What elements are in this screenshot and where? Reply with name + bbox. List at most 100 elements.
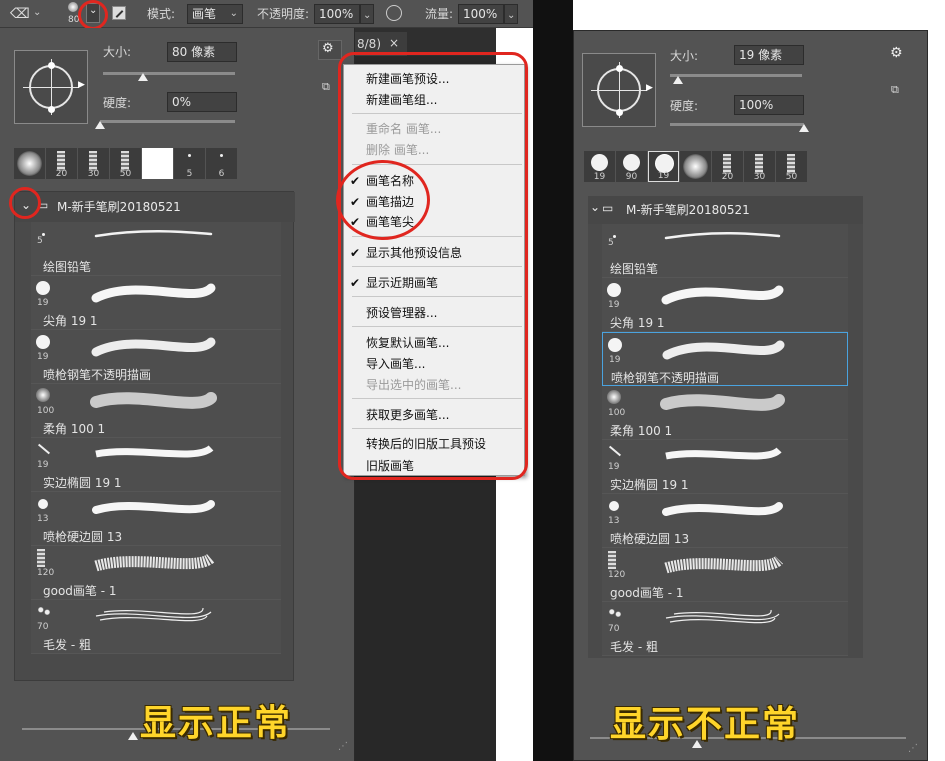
brush-size-label: 19 — [608, 462, 620, 472]
recent-brush-thumb[interactable]: 30 — [78, 148, 109, 179]
brush-tip-icon — [607, 283, 621, 297]
recent-brush-thumb[interactable]: 6 — [206, 148, 237, 179]
hardness-slider-thumb[interactable] — [799, 124, 809, 132]
brush-name: good画笔 - 1 — [610, 586, 684, 600]
recent-brush-thumb[interactable]: 30 — [744, 151, 775, 182]
opacity-input[interactable]: 100% — [314, 4, 360, 24]
recent-brush-thumb[interactable]: 19 — [648, 151, 679, 182]
new-preset-icon[interactable]: ⧉ — [891, 83, 899, 97]
brush-row[interactable]: 70 毛发 - 粗 — [31, 600, 281, 654]
brush-size-label: 100 — [37, 406, 55, 416]
recent-brush-thumb[interactable] — [680, 151, 711, 182]
size-label: 大小: — [670, 49, 699, 63]
brush-name: 绘图铅笔 — [610, 262, 659, 276]
chevron-down-icon[interactable]: ⌄ — [590, 200, 600, 214]
brush-name: 柔角 100 1 — [43, 422, 106, 436]
recent-brush-size: 19 — [593, 172, 606, 182]
options-bar: ⌫ ⌄ 80 ⌄ 模式: 画笔 ⌄ 不透明度: 100% ⌄ 流量: 100% — [0, 0, 533, 30]
recent-brush-thumb[interactable]: 20 — [712, 151, 743, 182]
hardness-input[interactable]: 100% — [734, 95, 804, 115]
hardness-input[interactable]: 0% — [167, 92, 237, 112]
brush-row[interactable]: 13 喷枪硬边圆 13 — [602, 494, 848, 548]
gear-menu-button[interactable]: ⚙ — [318, 40, 342, 60]
recent-brush-thumb[interactable] — [14, 148, 45, 179]
brush-size-label: 13 — [37, 514, 49, 524]
size-slider[interactable] — [670, 74, 802, 77]
gear-icon[interactable]: ⚙ — [890, 45, 903, 61]
brush-stroke-preview — [656, 494, 799, 528]
resize-grip-icon[interactable]: ⋰ — [908, 743, 918, 754]
hardness-slider[interactable] — [100, 120, 235, 123]
brush-row[interactable]: 19 实边椭圆 19 1 — [602, 440, 848, 494]
brush-picker-panel: ▶ 大小: 80 像素 硬度: 0% ⚙ ⧉ 20 30 50 5 6 ⌄ ▭ M-新手… — [0, 28, 355, 761]
brush-tip-icon — [37, 549, 45, 567]
brush-name: 毛发 - 粗 — [43, 638, 91, 652]
brush-tip-icon — [57, 151, 65, 171]
flow-dropdown[interactable]: ⌄ — [504, 4, 518, 24]
brush-row[interactable]: 100 柔角 100 1 — [31, 384, 281, 438]
brush-tip-icon — [220, 154, 223, 157]
size-label: 大小: — [103, 45, 132, 59]
recent-brush-thumb[interactable]: 50 — [110, 148, 141, 179]
opacity-dropdown[interactable]: ⌄ — [360, 4, 374, 24]
brush-settings-icon[interactable] — [112, 6, 126, 20]
flow-input[interactable]: 100% — [458, 4, 504, 24]
brush-group-name: M-新手笔刷20180521 — [626, 203, 750, 217]
recent-brush-thumb[interactable]: 20 — [46, 148, 77, 179]
divider — [533, 0, 573, 761]
close-icon[interactable]: × — [389, 36, 399, 50]
brush-row[interactable]: 19 喷枪钢笔不透明描画 — [602, 332, 848, 386]
brush-name: 柔角 100 1 — [610, 424, 673, 438]
brush-stroke-preview — [86, 222, 231, 256]
new-preset-icon[interactable]: ⧉ — [322, 80, 330, 94]
recent-brush-thumb[interactable]: 50 — [776, 151, 807, 182]
recent-brush-size: 30 — [87, 169, 100, 179]
recent-brush-thumb[interactable]: 19 — [584, 151, 615, 182]
brush-tip-icon — [36, 335, 50, 349]
resize-grip-icon[interactable]: ⋰ — [338, 741, 348, 752]
recent-brush-size: 50 — [119, 169, 132, 179]
brush-row[interactable]: 19 尖角 19 1 — [31, 276, 281, 330]
size-input[interactable]: 19 像素 — [734, 45, 804, 65]
gear-icon: ⚙ — [322, 41, 334, 56]
brush-name: 喷枪硬边圆 13 — [43, 530, 123, 544]
recent-brush-thumb[interactable]: 90 — [616, 151, 647, 182]
size-slider-thumb[interactable] — [672, 76, 683, 84]
chevron-down-icon: ⌄ — [363, 10, 372, 21]
brush-angle-widget[interactable]: ▶ — [14, 50, 88, 124]
brush-row[interactable]: 100 柔角 100 1 — [602, 386, 848, 440]
size-slider[interactable] — [103, 72, 235, 75]
pressure-opacity-icon[interactable] — [386, 5, 402, 21]
size-input[interactable]: 80 像素 — [167, 42, 237, 62]
brush-row[interactable]: 19 实边椭圆 19 1 — [31, 438, 281, 492]
brush-angle-widget[interactable]: ▶ — [582, 53, 656, 127]
brush-row[interactable]: 13 喷枪硬边圆 13 — [31, 492, 281, 546]
brush-name: 毛发 - 粗 — [610, 640, 658, 654]
brush-name: 喷枪钢笔不透明描画 — [43, 368, 152, 382]
recent-brush-thumb[interactable] — [142, 148, 173, 179]
hardness-slider-thumb[interactable] — [95, 121, 105, 129]
preview-size-slider-thumb[interactable] — [128, 732, 138, 740]
chevron-down-icon: ⌄ — [229, 8, 238, 19]
brush-group-header[interactable]: ⌄ ▭ M-新手笔刷20180521 — [15, 192, 295, 222]
hardness-slider[interactable] — [670, 123, 804, 126]
eraser-icon[interactable]: ⌫ — [10, 6, 30, 22]
brush-tip-icon — [188, 154, 191, 157]
brush-stroke-preview — [86, 438, 231, 472]
mode-select[interactable]: 画笔 ⌄ — [187, 4, 243, 24]
brush-row[interactable]: 5 绘图铅笔 — [602, 224, 848, 278]
brush-row[interactable]: 19 喷枪钢笔不透明描画 — [31, 330, 281, 384]
brush-group-header[interactable]: ⌄ ▭ M-新手笔刷20180521 — [588, 196, 863, 224]
brush-row[interactable]: 19 尖角 19 1 — [602, 278, 848, 332]
brush-row[interactable]: 70 毛发 - 粗 — [602, 602, 848, 656]
brush-row[interactable]: 5 绘图铅笔 — [31, 222, 281, 276]
size-slider-thumb[interactable] — [137, 73, 148, 81]
right-screenshot: ▶ 大小: 19 像素 硬度: 100% ⚙ ⧉ 19 90 19 20 30 50 ⌄ … — [573, 30, 928, 761]
recent-brush-size: 30 — [753, 172, 766, 182]
opacity-label: 不透明度: — [257, 7, 310, 21]
brush-tip-icon — [142, 148, 173, 179]
recent-brush-thumb[interactable]: 5 — [174, 148, 205, 179]
chevron-down-icon[interactable]: ⌄ — [33, 7, 41, 18]
brush-row[interactable]: 120 good画笔 - 1 — [31, 546, 281, 600]
brush-row[interactable]: 120 good画笔 - 1 — [602, 548, 848, 602]
